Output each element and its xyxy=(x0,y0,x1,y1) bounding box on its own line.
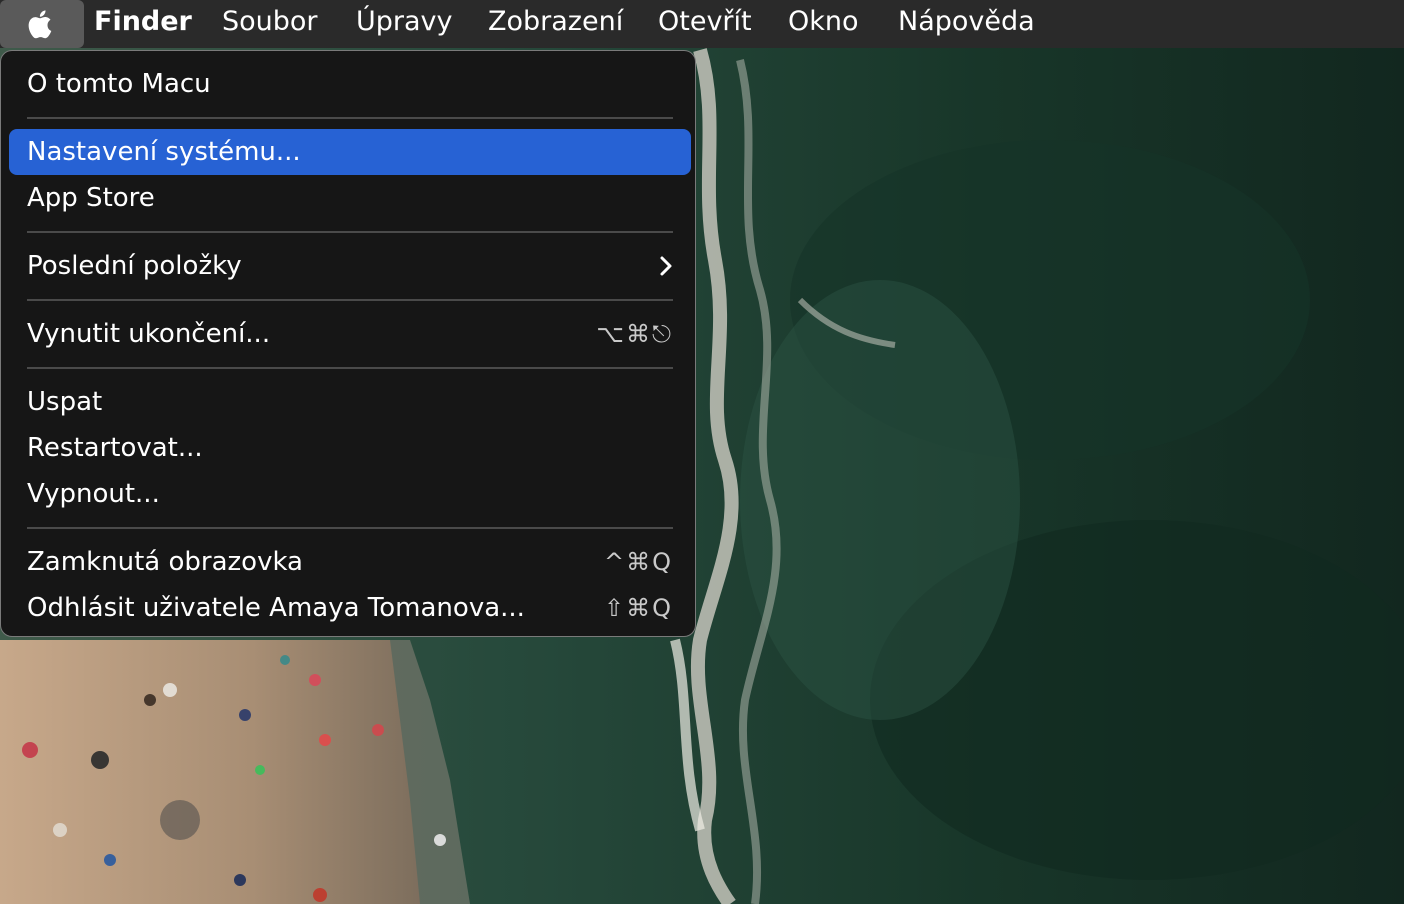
log-out-shortcut: ⇧⌘Q xyxy=(604,594,673,622)
menu-separator xyxy=(27,299,673,301)
menu-item-label: App Store xyxy=(27,183,155,213)
apple-menu-dropdown: O tomto Macu Nastavení systému... App St… xyxy=(0,50,696,637)
lock-screen-shortcut: ^⌘Q xyxy=(604,548,673,576)
menubar-item-go[interactable]: Otevřít xyxy=(658,0,752,48)
menubar-item-edit[interactable]: Úpravy xyxy=(356,0,453,48)
menu-item-app-store[interactable]: App Store xyxy=(9,175,691,221)
menu-separator xyxy=(27,527,673,529)
menu-item-sleep[interactable]: Uspat xyxy=(9,379,691,425)
chevron-right-icon xyxy=(660,256,672,276)
menu-item-label: Nastavení systému... xyxy=(27,137,301,167)
menu-item-label: Odhlásit uživatele Amaya Tomanova... xyxy=(27,593,525,623)
menu-item-label: Poslední položky xyxy=(27,251,242,281)
menu-item-label: Vypnout... xyxy=(27,479,160,509)
menu-item-log-out[interactable]: Odhlásit uživatele Amaya Tomanova... ⇧⌘Q xyxy=(9,585,691,631)
apple-menu-button[interactable] xyxy=(0,0,84,48)
menu-item-shut-down[interactable]: Vypnout... xyxy=(9,471,691,517)
menubar-item-window[interactable]: Okno xyxy=(788,0,859,48)
menubar-item-help[interactable]: Nápověda xyxy=(898,0,1035,48)
menu-item-label: O tomto Macu xyxy=(27,69,211,99)
menu-item-force-quit[interactable]: Vynutit ukončení... ⌥⌘⎋ xyxy=(9,311,691,357)
menubar-app-name[interactable]: Finder xyxy=(94,0,192,48)
menu-item-restart[interactable]: Restartovat... xyxy=(9,425,691,471)
menu-item-recent-items[interactable]: Poslední položky xyxy=(9,243,691,289)
menu-separator xyxy=(27,117,673,119)
menubar-item-file[interactable]: Soubor xyxy=(222,0,318,48)
force-quit-shortcut: ⌥⌘⎋ xyxy=(596,320,673,348)
menu-item-system-settings[interactable]: Nastavení systému... xyxy=(9,129,691,175)
menu-separator xyxy=(27,231,673,233)
menu-item-label: Restartovat... xyxy=(27,433,203,463)
menu-item-label: Zamknutá obrazovka xyxy=(27,547,303,577)
apple-logo-icon xyxy=(28,10,52,39)
menu-item-about-this-mac[interactable]: O tomto Macu xyxy=(9,61,691,107)
menu-item-lock-screen[interactable]: Zamknutá obrazovka ^⌘Q xyxy=(9,539,691,585)
menu-item-label: Uspat xyxy=(27,387,103,417)
menu-separator xyxy=(27,367,673,369)
menubar-item-view[interactable]: Zobrazení xyxy=(488,0,623,48)
menu-bar: Finder Soubor Úpravy Zobrazení Otevřít O… xyxy=(0,0,1404,48)
menu-item-label: Vynutit ukončení... xyxy=(27,319,271,349)
